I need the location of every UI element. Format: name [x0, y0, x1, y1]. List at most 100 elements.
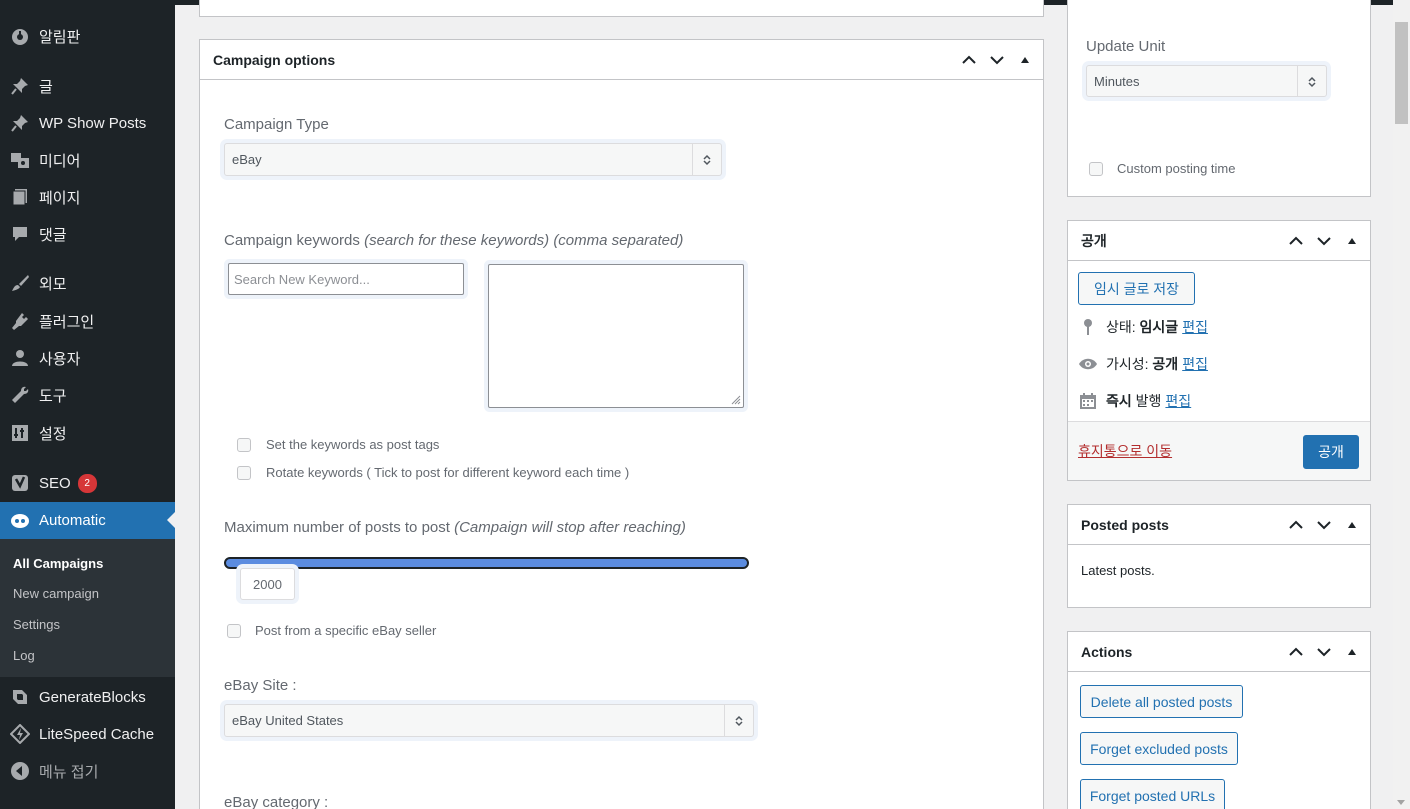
status-label: 상태: — [1106, 319, 1136, 335]
max-posts-value[interactable]: 2000 — [240, 568, 295, 600]
brush-icon — [10, 273, 30, 293]
sidebar-item-label: WP Show Posts — [39, 114, 147, 132]
publish-time-row: 즉시 발행 편집 — [1078, 391, 1191, 411]
sidebar-item-generateblocks[interactable]: GenerateBlocks — [0, 680, 175, 714]
move-up-icon[interactable] — [1286, 231, 1306, 251]
custom-time-label: Custom posting time — [1117, 161, 1236, 176]
yoast-icon — [10, 473, 30, 493]
scrollbar-thumb[interactable] — [1395, 22, 1408, 124]
sidebar-item-comments[interactable]: 댓글 — [0, 217, 175, 251]
scroll-down-icon[interactable] — [1397, 800, 1405, 805]
edit-publish-time-link[interactable]: 편집 — [1165, 391, 1191, 411]
update-unit-select[interactable]: Minutes — [1086, 65, 1327, 97]
keywords-label-text: Campaign keywords — [224, 232, 360, 249]
max-posts-slider[interactable] — [224, 557, 749, 569]
campaign-type-label: Campaign Type — [224, 116, 329, 133]
save-draft-button[interactable]: 임시 글로 저장 — [1078, 272, 1195, 305]
campaign-type-value: eBay — [232, 152, 262, 167]
status-value: 임시글 — [1139, 319, 1179, 335]
keywords-as-tags-checkbox[interactable] — [237, 437, 251, 452]
publish-button[interactable]: 공개 — [1303, 435, 1359, 469]
litespeed-icon — [10, 724, 30, 744]
collapse-icon — [10, 761, 30, 781]
sidebar-item-dashboard[interactable]: 알림판 — [0, 19, 175, 53]
sidebar-item-settings[interactable]: 설정 — [0, 416, 175, 450]
keyword-search-input[interactable]: Search New Keyword... — [228, 263, 464, 295]
campaign-type-select[interactable]: eBay — [224, 143, 722, 176]
sidebar-item-label: Automatic — [39, 512, 106, 529]
toggle-panel-icon[interactable] — [1342, 231, 1362, 251]
move-down-icon[interactable] — [987, 50, 1007, 70]
sidebar-item-label: 외모 — [39, 275, 67, 293]
rotate-keywords-option[interactable]: Rotate keywords ( Tick to post for diffe… — [237, 465, 629, 480]
sidebar-item-tools[interactable]: 도구 — [0, 378, 175, 412]
specific-seller-option[interactable]: Post from a specific eBay seller — [227, 623, 436, 638]
move-down-icon[interactable] — [1314, 642, 1334, 662]
sidebar-item-appearance[interactable]: 외모 — [0, 266, 175, 300]
sidebar-item-label: SEO — [39, 474, 71, 492]
specific-seller-checkbox[interactable] — [227, 623, 241, 638]
sidebar-item-seo[interactable]: SEO 2 — [0, 466, 175, 500]
move-down-icon[interactable] — [1314, 231, 1334, 251]
submenu-log[interactable]: Log — [13, 648, 35, 663]
rotate-keywords-checkbox[interactable] — [237, 465, 251, 480]
custom-time-option[interactable]: Custom posting time — [1089, 161, 1236, 176]
sidebar-item-users[interactable]: 사용자 — [0, 341, 175, 375]
keywords-hint: (search for these keywords) (comma separ… — [364, 232, 684, 249]
collapse-menu-button[interactable]: 메뉴 접기 — [0, 754, 175, 788]
ebay-site-label: eBay Site : — [224, 677, 297, 694]
eye-icon — [1078, 357, 1098, 371]
toggle-panel-icon[interactable] — [1342, 515, 1362, 535]
sidebar-item-label: 댓글 — [39, 226, 67, 244]
seo-notification-badge: 2 — [77, 473, 97, 493]
move-up-icon[interactable] — [959, 50, 979, 70]
forget-posted-urls-button[interactable]: Forget posted URLs — [1080, 779, 1225, 809]
ebay-category-label: eBay category : — [224, 794, 329, 809]
sidebar-item-wp-show-posts[interactable]: WP Show Posts — [0, 106, 175, 140]
resize-grip-icon[interactable] — [731, 395, 741, 405]
submenu-new-campaign[interactable]: New campaign — [13, 586, 99, 601]
keywords-textarea[interactable] — [488, 264, 744, 408]
sidebar-item-label: 페이지 — [39, 189, 81, 207]
ebay-site-select[interactable]: eBay United States — [224, 704, 754, 737]
move-down-icon[interactable] — [1314, 515, 1334, 535]
wrench-icon — [10, 385, 30, 405]
comment-icon — [10, 224, 30, 244]
submenu-all-campaigns[interactable]: All Campaigns — [13, 556, 103, 571]
sidebar-item-media[interactable]: 미디어 — [0, 143, 175, 177]
sidebar-item-label: GenerateBlocks — [39, 688, 146, 706]
edit-status-link[interactable]: 편집 — [1182, 317, 1208, 337]
keywords-as-tags-option[interactable]: Set the keywords as post tags — [237, 437, 439, 452]
submenu-settings[interactable]: Settings — [13, 617, 60, 632]
settings-icon — [10, 423, 30, 443]
sidebar-item-posts[interactable]: 글 — [0, 69, 175, 103]
ebay-site-value: eBay United States — [232, 713, 344, 728]
sidebar-item-litespeed[interactable]: LiteSpeed Cache — [0, 717, 175, 751]
page-scrollbar[interactable] — [1393, 0, 1410, 809]
toggle-panel-icon[interactable] — [1015, 50, 1035, 70]
plugin-icon — [10, 311, 30, 331]
update-unit-value: Minutes — [1094, 73, 1140, 89]
move-to-trash-link[interactable]: 휴지통으로 이동 — [1078, 441, 1172, 461]
delete-posted-posts-button[interactable]: Delete all posted posts — [1080, 685, 1243, 718]
pin-icon — [1078, 318, 1098, 336]
rotate-keywords-label: Rotate keywords ( Tick to post for diffe… — [266, 465, 630, 480]
sidebar-item-label: 사용자 — [39, 350, 81, 368]
postbox-controls — [1286, 642, 1362, 662]
forget-excluded-posts-button[interactable]: Forget excluded posts — [1080, 732, 1238, 765]
visibility-label: 가시성: — [1106, 356, 1149, 372]
postbox-title: Actions — [1081, 643, 1133, 660]
media-icon — [10, 150, 30, 170]
sidebar-item-automatic[interactable]: Automatic — [0, 502, 175, 539]
custom-time-checkbox[interactable] — [1089, 161, 1103, 176]
move-up-icon[interactable] — [1286, 515, 1306, 535]
sidebar-item-plugins[interactable]: 플러그인 — [0, 304, 175, 338]
edit-visibility-link[interactable]: 편집 — [1182, 354, 1208, 374]
toggle-panel-icon[interactable] — [1342, 642, 1362, 662]
visibility-row: 가시성: 공개 편집 — [1078, 354, 1208, 374]
sidebar-item-pages[interactable]: 페이지 — [0, 180, 175, 214]
update-unit-label: Update Unit — [1086, 38, 1166, 55]
sidebar-item-label: 도구 — [39, 387, 67, 405]
select-arrows-icon — [1297, 66, 1326, 97]
move-up-icon[interactable] — [1286, 642, 1306, 662]
